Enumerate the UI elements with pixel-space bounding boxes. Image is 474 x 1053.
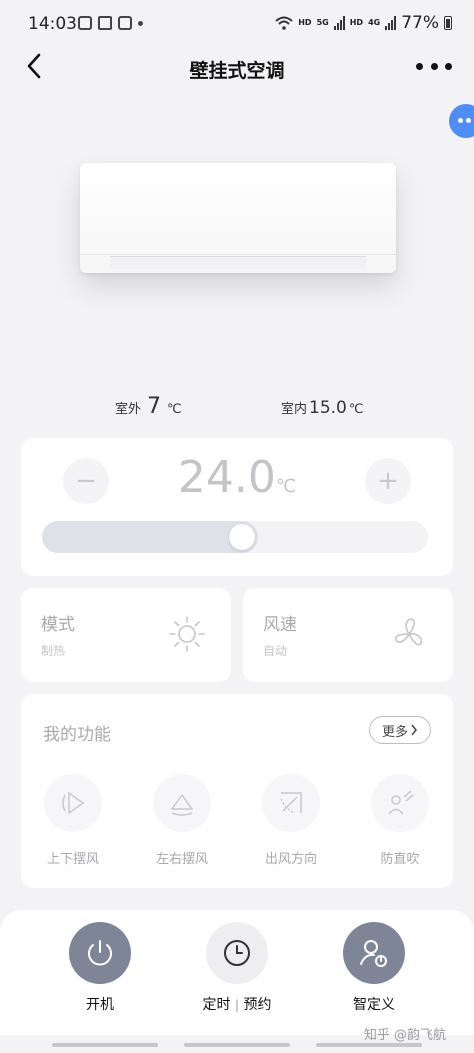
- air-conditioner-image: [80, 163, 396, 273]
- outdoor-label: 室外: [115, 402, 142, 417]
- status-right: HD 5G HD 4G 77%: [275, 13, 452, 33]
- function-label: 出风方向: [264, 852, 317, 867]
- signal-icon-2: [385, 16, 397, 30]
- setpoint-unit: ℃: [275, 476, 297, 497]
- status-notification-icons: [78, 16, 143, 30]
- function-vertical-swing[interactable]: 上下摆风: [33, 774, 113, 867]
- function-label: 上下摆风: [46, 852, 99, 867]
- indoor-label: 室内: [281, 402, 308, 417]
- more-functions-label: 更多: [381, 724, 408, 740]
- functions-title: 我的功能: [43, 725, 111, 745]
- indoor-temperature: 室内 15.0 ℃: [281, 398, 363, 418]
- function-label: 防直吹: [380, 852, 420, 867]
- dot-icon: [416, 62, 423, 70]
- user-power-icon: [343, 922, 405, 984]
- function-anti-direct-blow[interactable]: 防直吹: [360, 774, 440, 867]
- bottom-action-bar: 开机 定时 | 预约 智定义: [0, 910, 474, 1035]
- fan-speed-value: 自动: [263, 644, 288, 658]
- temperature-slider-fill: [42, 521, 258, 553]
- hd-label-2: HD: [349, 18, 364, 27]
- nav-bar-segment: [316, 1043, 422, 1047]
- fan-speed-card[interactable]: 风速 自动: [243, 588, 453, 682]
- nav-bar-segment: [52, 1043, 158, 1047]
- network-5g-label: 5G: [316, 18, 329, 27]
- chevron-right-icon: [411, 724, 417, 736]
- temperature-setpoint-card: − 24.0℃ +: [21, 438, 453, 576]
- outdoor-value: 7: [147, 394, 162, 419]
- more-options-button[interactable]: [416, 58, 452, 74]
- temperature-slider[interactable]: [42, 521, 428, 553]
- battery-percent: 77%: [401, 13, 439, 33]
- label-separator: |: [234, 998, 240, 1012]
- outdoor-temperature: 室外 7 ℃: [115, 394, 182, 419]
- timer-label: 定时: [202, 997, 231, 1013]
- status-bar: 14:03 HD 5G HD 4G 77%: [0, 0, 474, 50]
- function-label: 左右摆风: [155, 852, 208, 867]
- power-button[interactable]: 开机: [50, 922, 150, 1014]
- dot-icon: [445, 62, 452, 70]
- network-4g-label: 4G: [368, 18, 381, 27]
- gallery-icon: [78, 16, 92, 30]
- wifi-icon: [275, 16, 293, 30]
- wind-direction-icon: [262, 774, 320, 832]
- timer-schedule-button[interactable]: 定时 | 预约: [187, 922, 287, 1014]
- signal-icon: [333, 16, 345, 30]
- horizontal-swing-icon: [153, 774, 211, 832]
- temperature-slider-knob[interactable]: [229, 524, 255, 550]
- increase-temperature-button[interactable]: +: [365, 458, 411, 504]
- battery-icon: [444, 16, 452, 30]
- mode-value: 制热: [41, 644, 66, 658]
- timer-schedule-label: 定时 | 预约: [187, 994, 287, 1014]
- page-title: 壁挂式空调: [189, 60, 285, 82]
- clock-icon: [206, 922, 268, 984]
- indoor-value: 15.0: [309, 398, 347, 418]
- mode-card[interactable]: 模式 制热: [21, 588, 231, 682]
- power-label: 开机: [86, 997, 114, 1013]
- function-wind-direction[interactable]: 出风方向: [251, 774, 331, 867]
- vertical-swing-icon: [44, 774, 102, 832]
- dot-icon: [430, 62, 438, 70]
- more-functions-button[interactable]: 更多: [369, 716, 431, 744]
- setpoint-value: 24.0: [177, 452, 276, 503]
- smart-define-label: 智定义: [353, 997, 395, 1013]
- sun-icon: [169, 616, 205, 652]
- function-horizontal-swing[interactable]: 左右摆风: [142, 774, 222, 867]
- status-time: 14:03: [28, 14, 77, 34]
- indoor-unit: ℃: [348, 402, 364, 417]
- fan-speed-title: 风速: [263, 615, 297, 635]
- power-icon: [69, 922, 131, 984]
- floating-assistant-button[interactable]: [449, 104, 474, 138]
- missed-call-icon: [98, 16, 112, 30]
- more-notifications-icon: [138, 20, 143, 26]
- anti-direct-blow-icon: [371, 774, 429, 832]
- smart-define-button[interactable]: 智定义: [324, 922, 424, 1014]
- document-icon: [118, 16, 132, 30]
- watermark: 知乎 @韵飞航: [363, 1028, 446, 1043]
- outdoor-unit: ℃: [167, 402, 182, 417]
- hd-label: HD: [298, 18, 312, 27]
- fan-icon: [394, 618, 423, 646]
- mode-title: 模式: [41, 615, 75, 635]
- schedule-label: 预约: [243, 997, 272, 1013]
- nav-bar-segment: [184, 1043, 290, 1047]
- my-functions-card: 我的功能 更多 上下摆风 左右摆风 出风方向 防直吹: [21, 694, 453, 888]
